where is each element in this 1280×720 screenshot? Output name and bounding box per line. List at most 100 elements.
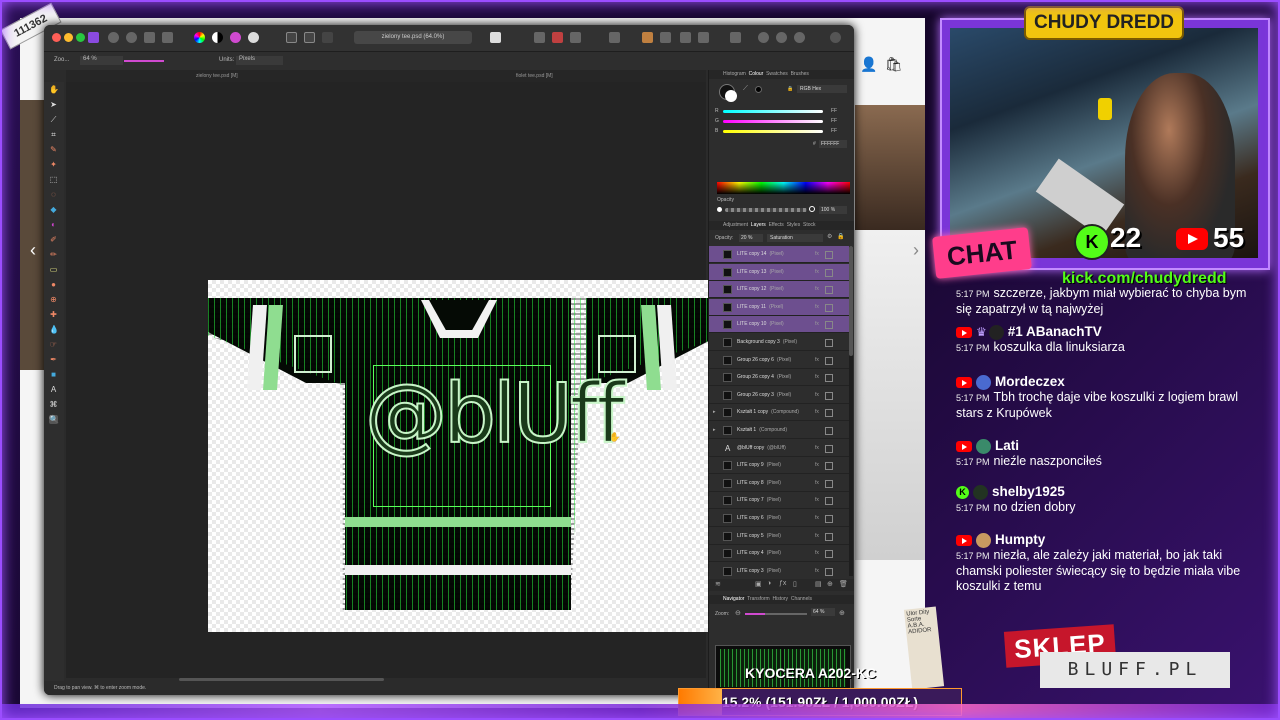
color-spectrum[interactable] (717, 182, 850, 194)
layer-visibility-checkbox[interactable] (825, 339, 833, 347)
invert-selection-icon[interactable] (322, 32, 333, 43)
adjustment-layer-icon[interactable]: ◑ (767, 580, 771, 587)
tab-navigator[interactable]: Navigator (723, 596, 744, 602)
layer-row[interactable]: LITE copy 10 (Pixel) fx (709, 316, 849, 334)
tab-histogram[interactable]: Histogram (723, 71, 746, 77)
layer-row[interactable]: LITE copy 13 (Pixel) fx (709, 263, 849, 281)
paint-brush-tool-icon[interactable]: ✐ (49, 235, 58, 244)
flip-icon[interactable] (680, 32, 691, 43)
tab-swatches[interactable]: Swatches (766, 71, 788, 77)
arrange-icon[interactable] (534, 32, 545, 43)
expand-layer-icon[interactable]: ▸ (713, 404, 716, 421)
fx-icon[interactable]: fx (815, 264, 819, 281)
move-forward-icon[interactable] (642, 32, 653, 43)
tab-zielony-tee[interactable]: zielony tee.psd [M] (196, 73, 238, 79)
pixel-layer-icon[interactable]: ▯ (793, 580, 797, 588)
fx-icon[interactable]: fx (815, 246, 819, 263)
color-mode-select[interactable]: RGB Hex (797, 85, 847, 93)
layer-row[interactable]: LITE copy 7 (Pixel) fx (709, 492, 849, 510)
carousel-next-icon[interactable]: › (913, 240, 919, 261)
crop-tool-icon[interactable]: ⌗ (49, 130, 58, 139)
clone-tool-icon[interactable]: ⊕ (49, 295, 58, 304)
fx-icon[interactable]: fx (815, 369, 819, 386)
persona-develop-icon[interactable] (144, 32, 155, 43)
blend-mode-select[interactable]: Saturation (767, 234, 823, 242)
document-title[interactable]: zielony tee.psd (64.0%) (354, 31, 472, 44)
layer-visibility-checkbox[interactable] (825, 427, 833, 435)
user-icon[interactable]: 👤 (860, 56, 877, 73)
layer-row[interactable]: Group 26 copy 6 (Pixel) fx (709, 352, 849, 369)
align-icon[interactable] (730, 32, 741, 43)
layer-visibility-checkbox[interactable] (825, 515, 833, 523)
layer-visibility-checkbox[interactable] (825, 567, 833, 576)
layer-row[interactable]: LITE copy 14 (Pixel) fx (709, 246, 849, 263)
secondary-color-swatch[interactable] (725, 90, 737, 102)
fx-icon[interactable]: fx (815, 281, 819, 298)
fx-icon[interactable]: fx (815, 563, 819, 580)
channel-b-slider[interactable] (723, 130, 823, 133)
tab-layers[interactable]: Layers (751, 222, 766, 228)
carousel-prev-icon[interactable]: ‹ (30, 240, 36, 261)
navigator-zoom-value[interactable]: 64 % (811, 608, 835, 616)
fx-icon[interactable]: fx (815, 545, 819, 562)
zoom-slider[interactable] (124, 60, 164, 62)
fx-icon[interactable]: fx (815, 387, 819, 404)
layer-visibility-checkbox[interactable] (825, 268, 833, 277)
fx-icon[interactable]: fx (815, 316, 819, 333)
pen-tool-icon[interactable]: ✒ (49, 355, 58, 364)
fx-icon[interactable]: fx (815, 352, 819, 369)
tab-channels[interactable]: Channels (791, 596, 812, 602)
flood-fill-tool-icon[interactable]: ◆ (49, 205, 58, 214)
layers-stack-icon[interactable]: ≋ (715, 580, 721, 588)
zoom-tool-icon[interactable]: 🔍 (49, 415, 59, 424)
layer-visibility-checkbox[interactable] (825, 409, 833, 418)
add-layer-icon[interactable]: ⊕ (827, 580, 833, 588)
channel-r-slider[interactable] (723, 110, 823, 113)
channel-r-value[interactable]: FF (831, 108, 837, 114)
fx-icon[interactable]: fx (815, 404, 819, 421)
fx-icon[interactable]: fx (815, 440, 819, 457)
white-balance-icon[interactable] (248, 32, 259, 43)
layer-row[interactable]: LITE copy 11 (Pixel) fx (709, 298, 849, 316)
opacity-slider-handle[interactable] (809, 206, 815, 212)
fx-icon[interactable]: fx (815, 299, 819, 316)
layer-row[interactable]: LITE copy 6 (Pixel) fx (709, 510, 849, 527)
tab-stock[interactable]: Stock (803, 222, 816, 228)
channel-g-value[interactable]: FF (831, 118, 837, 124)
settings-icon[interactable] (794, 32, 805, 43)
layer-visibility-checkbox[interactable] (825, 497, 833, 506)
layer-row[interactable]: A @blUff copy (@blUff) fx (709, 440, 849, 457)
tab-adjustment[interactable]: Adjustment (723, 222, 748, 228)
document-canvas[interactable]: @blUff (208, 280, 726, 632)
layer-row[interactable]: Group 26 copy 4 (Pixel) fx (709, 369, 849, 387)
layer-visibility-checkbox[interactable] (825, 444, 833, 453)
layer-visibility-checkbox[interactable] (825, 251, 833, 259)
no-fill-swatch[interactable] (755, 86, 762, 93)
persona-export-icon[interactable] (162, 32, 173, 43)
account-icon[interactable] (830, 32, 841, 43)
layers-scrollbar[interactable] (849, 246, 853, 576)
lock-icon[interactable]: 🔒 (787, 86, 793, 92)
jersey-logo-text[interactable]: @blUff (364, 350, 626, 480)
layer-visibility-checkbox[interactable] (825, 303, 833, 312)
gradient-tool-icon[interactable]: ◐ (49, 220, 58, 229)
share-icon[interactable] (776, 32, 787, 43)
layer-row[interactable]: LITE copy 12 (Pixel) fx (709, 281, 849, 299)
fx-icon[interactable]: fx (815, 475, 819, 492)
layer-row[interactable]: LITE copy 9 (Pixel) fx (709, 457, 849, 475)
minimize-window-icon[interactable] (64, 33, 73, 42)
erase-tool-icon[interactable]: ▭ (49, 265, 58, 274)
snapping-icon[interactable] (570, 32, 581, 43)
layer-visibility-checkbox[interactable] (825, 286, 833, 295)
hsl-icon[interactable] (230, 32, 241, 43)
zoom-value-field[interactable]: 64 % (80, 56, 123, 65)
channel-b-value[interactable]: FF (831, 128, 837, 134)
tab-brushes[interactable]: Brushes (791, 71, 809, 77)
selection-brush-tool-icon[interactable]: ✎ (49, 145, 58, 154)
shape-tool-icon[interactable]: ■ (49, 370, 58, 379)
layer-row[interactable]: LITE copy 4 (Pixel) fx (709, 545, 849, 563)
rotate-icon[interactable] (698, 32, 709, 43)
layer-settings-icon[interactable]: ⚙ (827, 233, 832, 240)
navigator-zoom-slider[interactable] (745, 613, 807, 615)
dodge-tool-icon[interactable]: ● (49, 280, 58, 289)
